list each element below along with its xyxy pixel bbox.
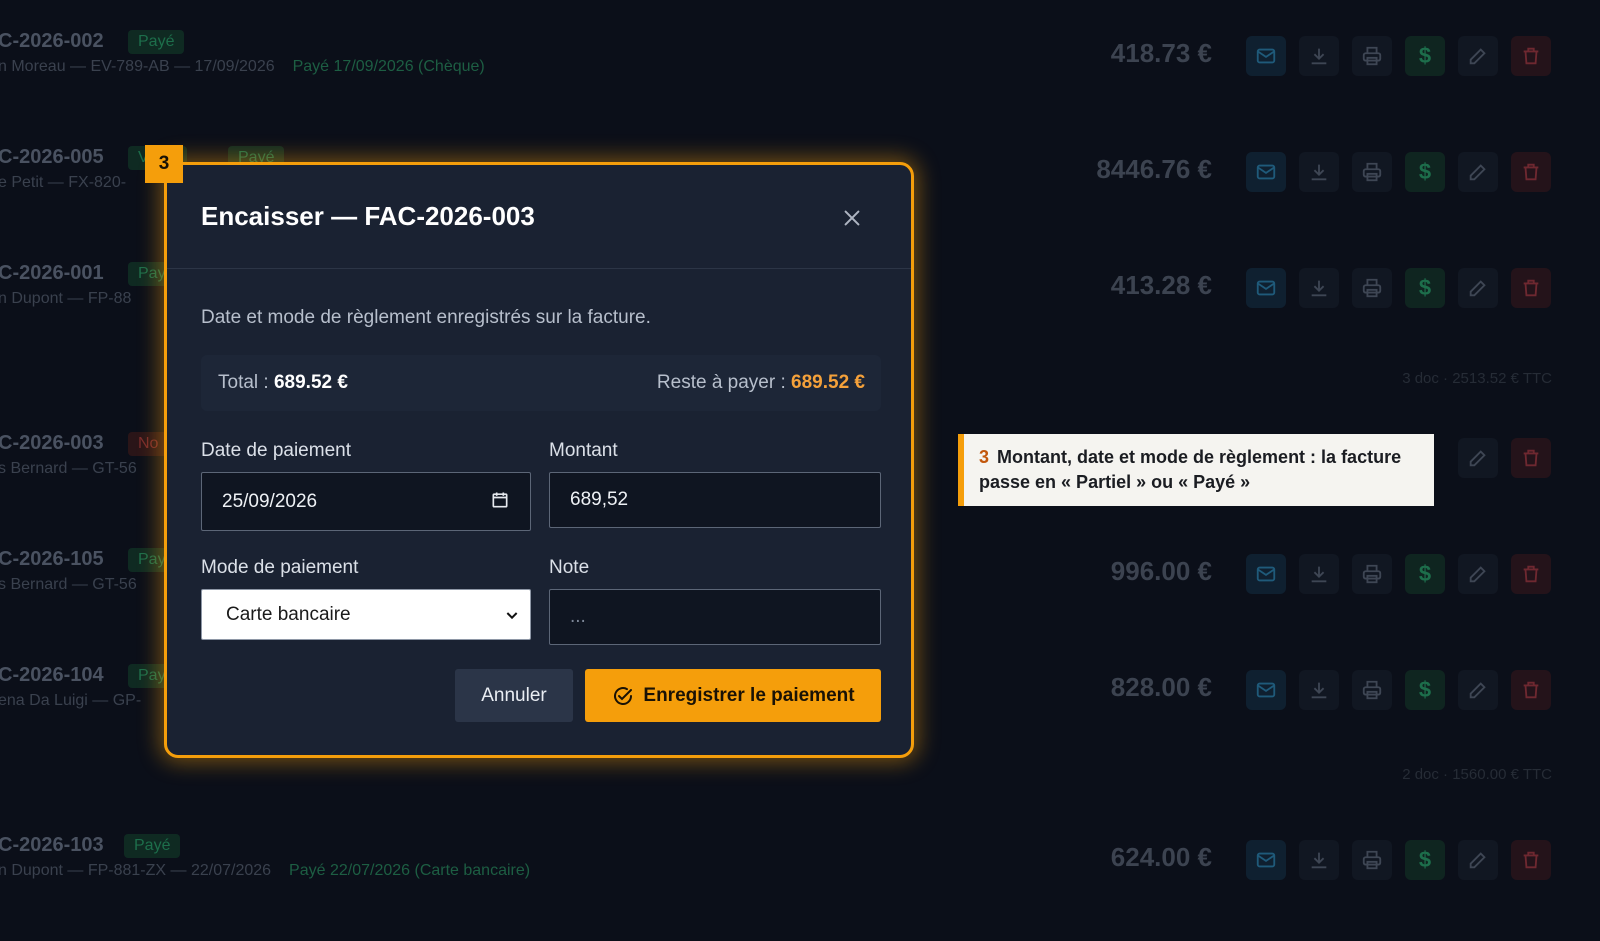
invoice-subline: e Petit — FX-820-	[0, 174, 127, 191]
download-icon[interactable]	[1299, 840, 1339, 880]
totals-summary: Total : 689.52 € Reste à payer : 689.52 …	[201, 355, 881, 411]
trash-icon[interactable]	[1511, 152, 1551, 192]
trash-icon[interactable]	[1511, 438, 1551, 478]
total-amount: Total : 689.52 €	[218, 372, 348, 393]
edit-icon[interactable]	[1458, 670, 1498, 710]
mail-icon[interactable]	[1246, 840, 1286, 880]
trash-icon[interactable]	[1511, 840, 1551, 880]
dollar-icon[interactable]: $	[1405, 268, 1445, 308]
invoice-subline: s Bernard — GT-56	[0, 460, 137, 477]
amount-input[interactable]: 689,52	[549, 472, 881, 528]
modal-title: Encaisser — FAC-2026-003	[201, 201, 535, 231]
status-badge: No	[128, 432, 169, 456]
download-icon[interactable]	[1299, 268, 1339, 308]
invoice-amount: 624.00 €	[1110, 842, 1212, 872]
invoice-subline: n Dupont — FP-881-ZX — 22/07/2026 Payé 22…	[0, 862, 531, 879]
payment-modal: Encaisser — FAC-2026-003 Date et mode de…	[164, 162, 914, 758]
trash-icon[interactable]	[1511, 268, 1551, 308]
save-payment-label: Enregistrer le paiement	[643, 684, 855, 706]
invoice-number: C-2026-002	[0, 30, 104, 52]
mail-icon[interactable]	[1246, 36, 1286, 76]
amount-label: Montant	[549, 440, 618, 461]
edit-icon[interactable]	[1458, 152, 1498, 192]
invoice-number: C-2026-001	[0, 262, 104, 284]
trash-icon[interactable]	[1511, 554, 1551, 594]
invoice-number: C-2026-105	[0, 548, 104, 570]
tooltip-step-number: 3	[979, 447, 990, 467]
invoice-row: C-2026-002 Payé n Moreau — EV-789-AB — 1…	[0, 0, 1600, 80]
remaining-amount: Reste à payer : 689.52 €	[656, 372, 865, 393]
download-icon[interactable]	[1299, 36, 1339, 76]
group-total: 2 doc · 1560.00 € TTC	[1402, 766, 1552, 783]
tooltip-text: Montant, date et mode de règlement : la …	[979, 447, 1402, 492]
invoice-number: C-2026-104	[0, 664, 104, 686]
row-actions: $	[1246, 670, 1551, 710]
note-input[interactable]: ...	[549, 589, 881, 645]
mail-icon[interactable]	[1246, 554, 1286, 594]
edit-icon[interactable]	[1458, 268, 1498, 308]
cancel-button[interactable]: Annuler	[455, 669, 573, 722]
edit-icon[interactable]	[1458, 36, 1498, 76]
print-icon[interactable]	[1352, 152, 1392, 192]
mail-icon[interactable]	[1246, 152, 1286, 192]
tutorial-tooltip: 3 Montant, date et mode de règlement : la…	[958, 434, 1434, 506]
invoice-amount: 996.00 €	[1110, 556, 1212, 586]
row-actions: $	[1246, 152, 1551, 192]
calendar-icon[interactable]	[490, 490, 510, 510]
mail-icon[interactable]	[1246, 670, 1286, 710]
print-icon[interactable]	[1352, 840, 1392, 880]
invoice-row: C-2026-103 Payé n Dupont — FP-881-ZX — 2…	[0, 804, 1600, 884]
row-actions: $	[1246, 36, 1551, 76]
row-actions: $	[1246, 840, 1551, 880]
print-icon[interactable]	[1352, 554, 1392, 594]
invoice-amount: 418.73 €	[1110, 38, 1212, 68]
print-icon[interactable]	[1352, 268, 1392, 308]
row-actions: $	[1246, 268, 1551, 308]
invoice-subline: s Bernard — GT-56	[0, 576, 137, 593]
close-icon[interactable]	[841, 207, 863, 229]
invoice-amount: 413.28 €	[1110, 270, 1212, 300]
group-total: 3 doc · 2513.52 € TTC	[1402, 370, 1552, 387]
step-badge: 3	[145, 145, 183, 183]
invoice-amount: 8446.76 €	[1096, 154, 1212, 184]
print-icon[interactable]	[1352, 670, 1392, 710]
trash-icon[interactable]	[1511, 36, 1551, 76]
payment-date-input[interactable]: 25/09/2026	[201, 472, 531, 531]
edit-icon[interactable]	[1458, 840, 1498, 880]
mail-icon[interactable]	[1246, 268, 1286, 308]
chevron-down-icon	[504, 607, 520, 623]
download-icon[interactable]	[1299, 152, 1339, 192]
dollar-icon[interactable]: $	[1405, 36, 1445, 76]
payment-date-label: Date de paiement	[201, 440, 351, 461]
invoice-subline: n Dupont — FP-88	[0, 290, 132, 307]
dollar-icon[interactable]: $	[1405, 840, 1445, 880]
modal-header: Encaisser — FAC-2026-003	[167, 165, 911, 269]
download-icon[interactable]	[1299, 554, 1339, 594]
trash-icon[interactable]	[1511, 670, 1551, 710]
invoice-number: C-2026-005	[0, 146, 104, 168]
edit-icon[interactable]	[1458, 554, 1498, 594]
check-circle-icon	[614, 686, 633, 705]
invoice-amount: 828.00 €	[1110, 672, 1212, 702]
invoice-subline: ena Da Luigi — GP-	[0, 692, 142, 709]
dollar-icon[interactable]: $	[1405, 554, 1445, 594]
save-payment-button[interactable]: Enregistrer le paiement	[585, 669, 881, 722]
invoice-number: C-2026-103	[0, 834, 104, 856]
dollar-icon[interactable]: $	[1405, 152, 1445, 192]
payment-method-label: Mode de paiement	[201, 557, 359, 578]
edit-icon[interactable]	[1458, 438, 1498, 478]
note-label: Note	[549, 557, 590, 578]
download-icon[interactable]	[1299, 670, 1339, 710]
invoice-subline: n Moreau — EV-789-AB — 17/09/2026 Payé 17…	[0, 58, 485, 75]
modal-description: Date et mode de règlement enregistrés su…	[201, 307, 651, 328]
row-actions	[1458, 438, 1551, 478]
status-badge: Payé	[128, 30, 185, 54]
dollar-icon[interactable]: $	[1405, 670, 1445, 710]
print-icon[interactable]	[1352, 36, 1392, 76]
status-badge: Payé	[124, 834, 181, 858]
payment-method-select[interactable]: Carte bancaire	[201, 589, 531, 640]
row-actions: $	[1246, 554, 1551, 594]
invoice-number: C-2026-003	[0, 432, 104, 454]
